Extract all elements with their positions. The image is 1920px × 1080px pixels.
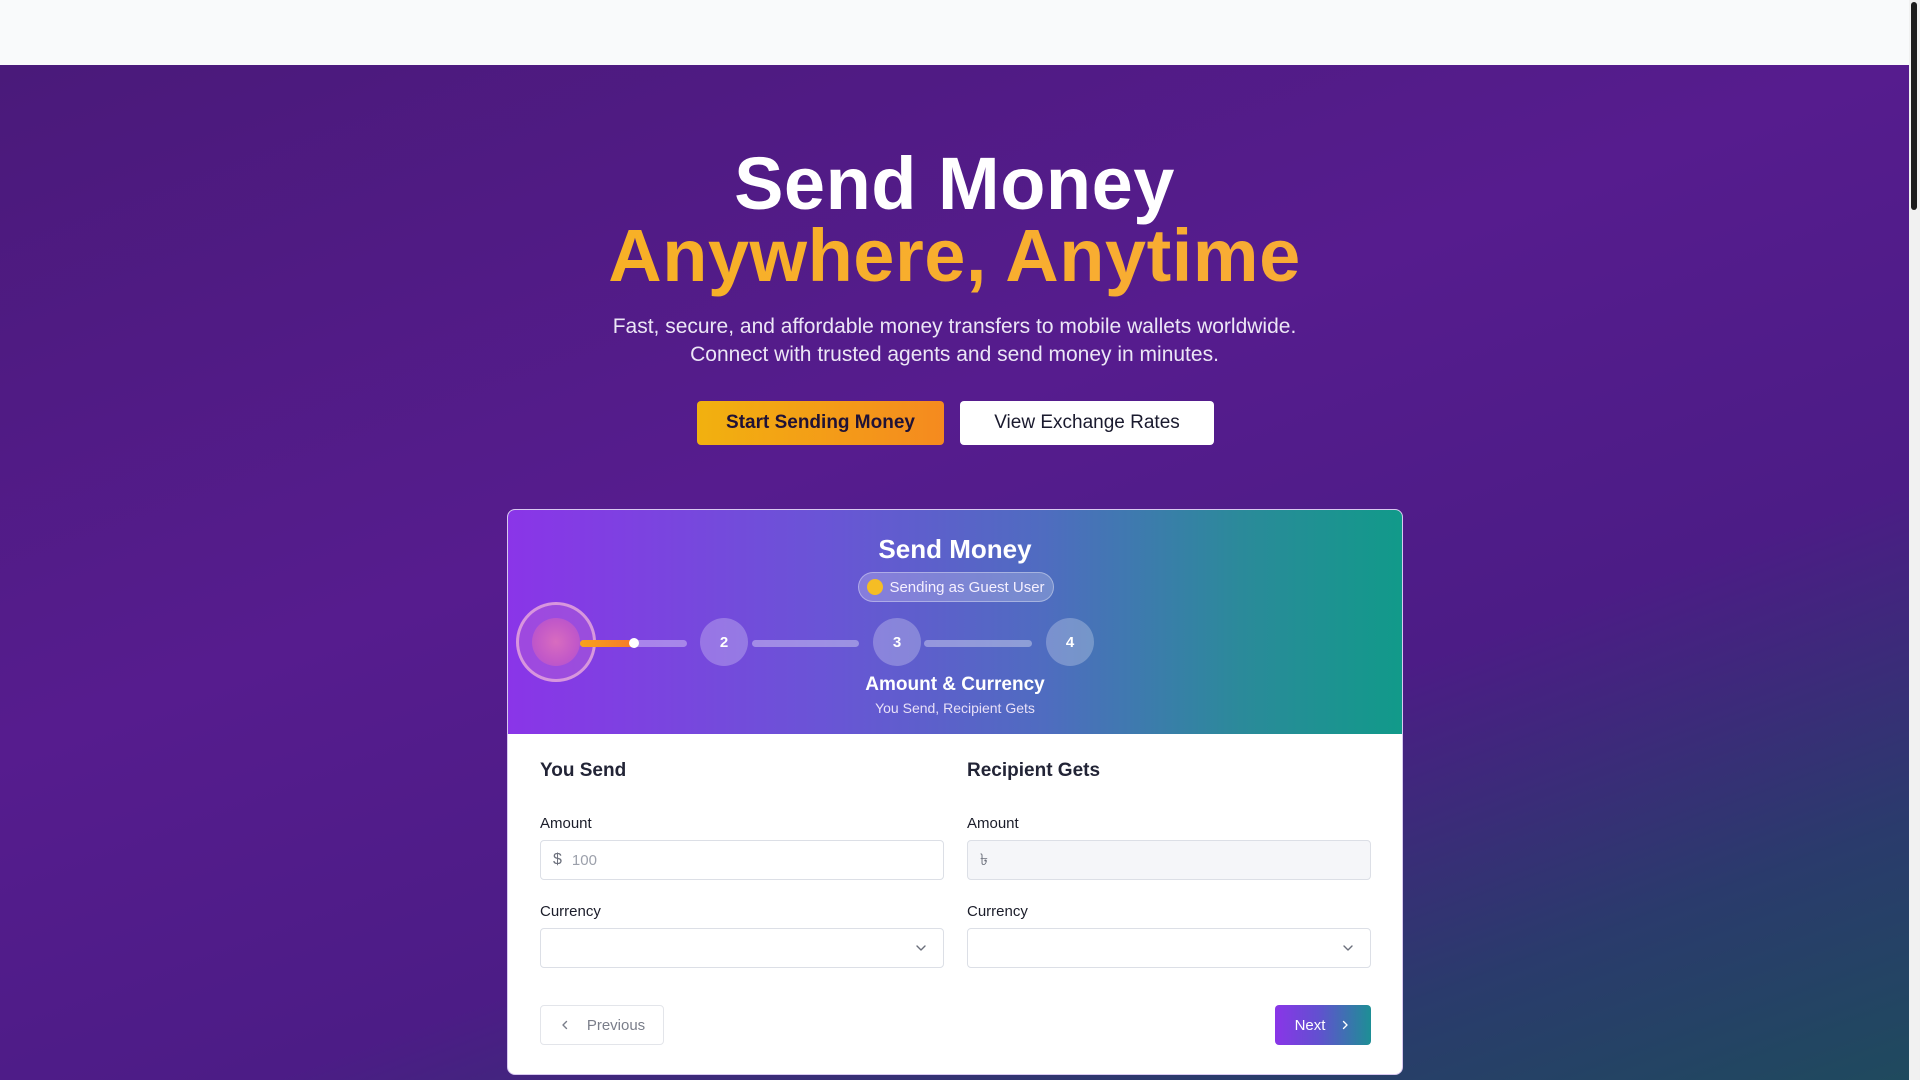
send-amount-label: Amount (540, 815, 592, 832)
cta-row: Start Sending Money View Exchange Rates (0, 401, 1909, 445)
send-currency-select[interactable] (540, 928, 944, 968)
you-send-heading: You Send (540, 760, 627, 781)
hero-title-highlight: Anywhere, Anytime (0, 213, 1909, 298)
send-money-card: Send Money Sending as Guest User 2 3 4 A… (507, 509, 1403, 1075)
receive-currency-select[interactable] (967, 928, 1371, 968)
top-bar (0, 0, 1909, 65)
view-exchange-rates-button[interactable]: View Exchange Rates (960, 401, 1214, 445)
card-title: Send Money (878, 534, 1032, 564)
step-3-circle[interactable]: 3 (873, 618, 921, 666)
step-connector-3 (924, 640, 1032, 647)
receive-amount-input: ৳ (967, 840, 1371, 880)
start-sending-button[interactable]: Start Sending Money (697, 401, 944, 445)
current-step-subtitle: You Send, Recipient Gets (875, 700, 1035, 716)
send-amount-placeholder: 100 (571, 851, 597, 869)
step-1-circle (532, 618, 580, 666)
next-button-label: Next (1294, 1016, 1326, 1034)
step-connector-1 (580, 638, 687, 648)
receive-amount-label: Amount (967, 815, 1019, 832)
hero-subtitle-line1: Fast, secure, and affordable money trans… (612, 315, 1297, 338)
send-amount-input[interactable]: $ 100 (540, 840, 944, 880)
hero-subtitle-line2: Connect with trusted agents and send mon… (690, 343, 1219, 366)
chevron-right-icon (1343, 1020, 1349, 1030)
recipient-gets-heading: Recipient Gets (967, 760, 1101, 781)
dollar-prefix-icon: $ (553, 851, 562, 868)
step-connector-1-knob (628, 638, 639, 648)
chevron-down-icon (1343, 945, 1353, 951)
previous-button[interactable]: Previous (540, 1005, 664, 1045)
step-connector-2 (752, 640, 859, 647)
chevron-down-icon (916, 945, 926, 951)
step-2-circle[interactable]: 2 (700, 618, 748, 666)
step-4-circle[interactable]: 4 (1046, 618, 1094, 666)
send-currency-label: Currency (540, 903, 601, 920)
hero-subtitle: Fast, secure, and affordable money trans… (0, 313, 1909, 369)
card-header: Send Money Sending as Guest User 2 3 4 A… (508, 510, 1402, 734)
scrollbar-thumb[interactable] (1911, 2, 1917, 210)
receive-currency-label: Currency (967, 903, 1028, 920)
current-step-title: Amount & Currency (865, 674, 1045, 695)
next-button[interactable]: Next (1275, 1005, 1371, 1045)
page-scrollbar[interactable] (1909, 0, 1920, 1080)
hero-section: Send Money Anywhere, Anytime Fast, secur… (0, 65, 1909, 1080)
chevron-left-icon (562, 1020, 568, 1030)
taka-prefix-icon: ৳ (980, 851, 988, 869)
step-connector-1-progress (580, 640, 634, 647)
previous-button-label: Previous (586, 1016, 646, 1034)
